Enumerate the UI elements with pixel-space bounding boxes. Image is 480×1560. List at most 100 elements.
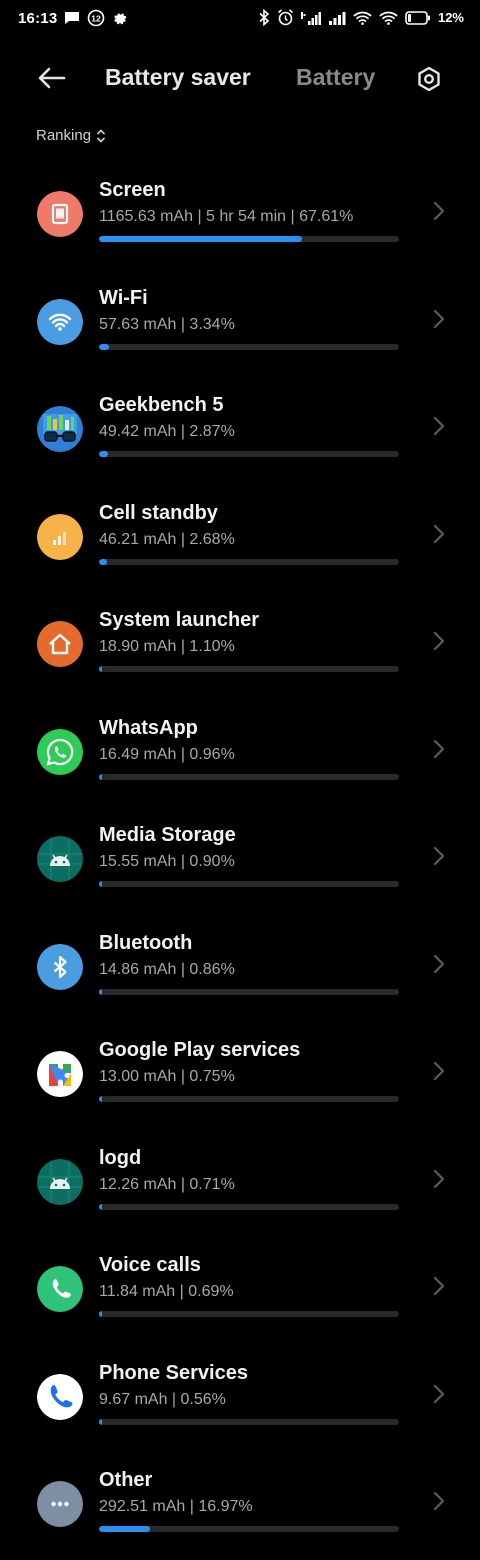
- arrow-left-icon: [38, 67, 66, 89]
- chevron-right-icon: [433, 1384, 445, 1403]
- list-item-google-play-services[interactable]: Google Play services 13.00 mAh | 0.75%: [0, 1022, 480, 1130]
- gear-icon: [112, 11, 127, 26]
- app-usage: 11.84 mAh | 0.69%: [99, 1283, 234, 1300]
- chevron-right-icon: [433, 1491, 445, 1511]
- cell-signal-icon: [37, 513, 83, 560]
- usage-bar-fill: [99, 451, 108, 457]
- usage-bar-track: [99, 558, 399, 565]
- app-usage: 12.26 mAh | 0.71%: [99, 1175, 235, 1193]
- chevron-right-icon: [433, 201, 445, 221]
- list-item-bluetooth[interactable]: Bluetooth 14.86 mAh | 0.86%: [0, 915, 480, 1023]
- bluetooth-icon: [37, 943, 83, 990]
- app-usage: 13.00 mAh | 0.75%: [99, 1068, 235, 1085]
- app-name: Wi-Fi: [99, 286, 148, 309]
- back-button[interactable]: [34, 62, 70, 94]
- phone-icon: [37, 1266, 83, 1312]
- app-usage: 15.55 mAh | 0.90%: [99, 853, 235, 870]
- list-item-other[interactable]: Other 292.51 mAh | 16.97%: [0, 1452, 480, 1560]
- battery-percent: 12%: [437, 10, 464, 25]
- chevron-right-icon: [433, 416, 445, 436]
- phone-services-icon: [37, 1373, 83, 1420]
- android-icon: [37, 836, 83, 882]
- usage-bar-fill: [99, 1418, 102, 1425]
- wifi-icon: [379, 11, 398, 25]
- tab-battery-saver[interactable]: Battery saver: [105, 64, 251, 91]
- message-icon: [64, 11, 80, 25]
- usage-bar-track: [99, 1418, 399, 1425]
- usage-bar-track: [99, 1311, 399, 1317]
- usage-bar-fill: [99, 988, 102, 995]
- signal-icon: [300, 11, 321, 25]
- app-name: Other: [99, 1469, 153, 1491]
- app-name: logd: [99, 1146, 142, 1169]
- status-right: 12%: [259, 9, 464, 26]
- usage-bar-fill: [99, 881, 102, 887]
- app-name: Media Storage: [99, 824, 236, 846]
- sort-chevron-icon: [96, 128, 106, 143]
- usage-bar-track: [99, 343, 399, 350]
- chevron-right-icon: [433, 631, 445, 651]
- tab-battery[interactable]: Battery: [296, 64, 375, 91]
- app-name: System launcher: [99, 609, 260, 631]
- home-icon: [37, 621, 83, 667]
- app-usage: 49.42 mAh | 2.87%: [99, 423, 235, 440]
- usage-bar-track: [99, 451, 399, 457]
- app-usage: 9.67 mAh | 0.56%: [99, 1390, 226, 1408]
- google-play-services-icon: [37, 1051, 83, 1097]
- app-name: Voice calls: [99, 1254, 201, 1276]
- list-item-system-launcher[interactable]: System launcher 18.90 mAh | 1.10%: [0, 592, 480, 700]
- app-name: Cell standby: [99, 501, 218, 524]
- list-item-phone-services[interactable]: Phone Services 9.67 mAh | 0.56%: [0, 1345, 480, 1453]
- app-usage: 46.21 mAh | 2.68%: [99, 530, 235, 548]
- app-name: Screen: [99, 179, 166, 201]
- usage-bar-track: [99, 1203, 399, 1210]
- app-usage: 16.49 mAh | 0.96%: [99, 745, 235, 763]
- signal-icon: [328, 11, 346, 25]
- app-usage: 292.51 mAh | 16.97%: [99, 1498, 253, 1515]
- chevron-right-icon: [433, 309, 445, 328]
- usage-bar-fill: [99, 1311, 102, 1317]
- app-name: Geekbench 5: [99, 394, 224, 416]
- chevron-right-icon: [433, 954, 445, 973]
- chevron-right-icon: [433, 524, 445, 543]
- app-usage: 14.86 mAh | 0.86%: [99, 960, 235, 978]
- usage-bar-fill: [99, 1203, 102, 1210]
- app-name: Google Play services: [99, 1039, 301, 1061]
- usage-bar-fill: [99, 558, 108, 565]
- app-usage: 1165.63 mAh | 5 hr 54 min | 67.61%: [99, 208, 354, 225]
- usage-bar-fill: [99, 1526, 150, 1532]
- chevron-right-icon: [433, 1169, 445, 1188]
- chevron-right-icon: [433, 739, 445, 758]
- app-name: WhatsApp: [99, 716, 198, 739]
- list-item-cell-standby[interactable]: Cell standby 46.21 mAh | 2.68%: [0, 485, 480, 593]
- usage-bar-fill: [99, 343, 110, 350]
- list-item-logd[interactable]: logd 12.26 mAh | 0.71%: [0, 1130, 480, 1238]
- chevron-right-icon: [433, 1061, 445, 1081]
- wifi-icon: [353, 11, 372, 25]
- chevron-right-icon: [433, 846, 445, 866]
- notification-count-text: 12: [92, 14, 102, 24]
- list-item-media-storage[interactable]: Media Storage 15.55 mAh | 0.90%: [0, 807, 480, 915]
- hexagon-gear-icon: [416, 66, 442, 92]
- usage-bar-fill: [99, 773, 102, 780]
- usage-bar-fill: [99, 1096, 102, 1102]
- list-item-voice-calls[interactable]: Voice calls 11.84 mAh | 0.69%: [0, 1237, 480, 1345]
- usage-bar-track: [99, 1526, 399, 1532]
- list-item-geekbench-5[interactable]: Geekbench 5 49.42 mAh | 2.87%: [0, 377, 480, 485]
- list-item-screen[interactable]: Screen 1165.63 mAh | 5 hr 54 min | 67.61…: [0, 162, 480, 270]
- app-usage: 57.63 mAh | 3.34%: [99, 315, 235, 333]
- list-item-wi-fi[interactable]: Wi-Fi 57.63 mAh | 3.34%: [0, 270, 480, 378]
- list-item-whatsapp[interactable]: WhatsApp 16.49 mAh | 0.96%: [0, 700, 480, 808]
- header: Battery saver Battery: [0, 52, 480, 104]
- whatsapp-icon: [37, 728, 83, 775]
- app-name: Phone Services: [99, 1361, 248, 1384]
- usage-bar-fill: [99, 666, 103, 672]
- notification-count-icon: 12: [87, 9, 105, 27]
- settings-button[interactable]: [412, 62, 446, 96]
- sort-dropdown[interactable]: Ranking: [36, 127, 106, 144]
- status-bar: 16:13 12 12%: [0, 0, 480, 36]
- app-usage: 18.90 mAh | 1.10%: [99, 638, 235, 655]
- app-name: Bluetooth: [99, 931, 193, 954]
- usage-bar-track: [99, 236, 399, 242]
- usage-bar-track: [99, 1096, 399, 1102]
